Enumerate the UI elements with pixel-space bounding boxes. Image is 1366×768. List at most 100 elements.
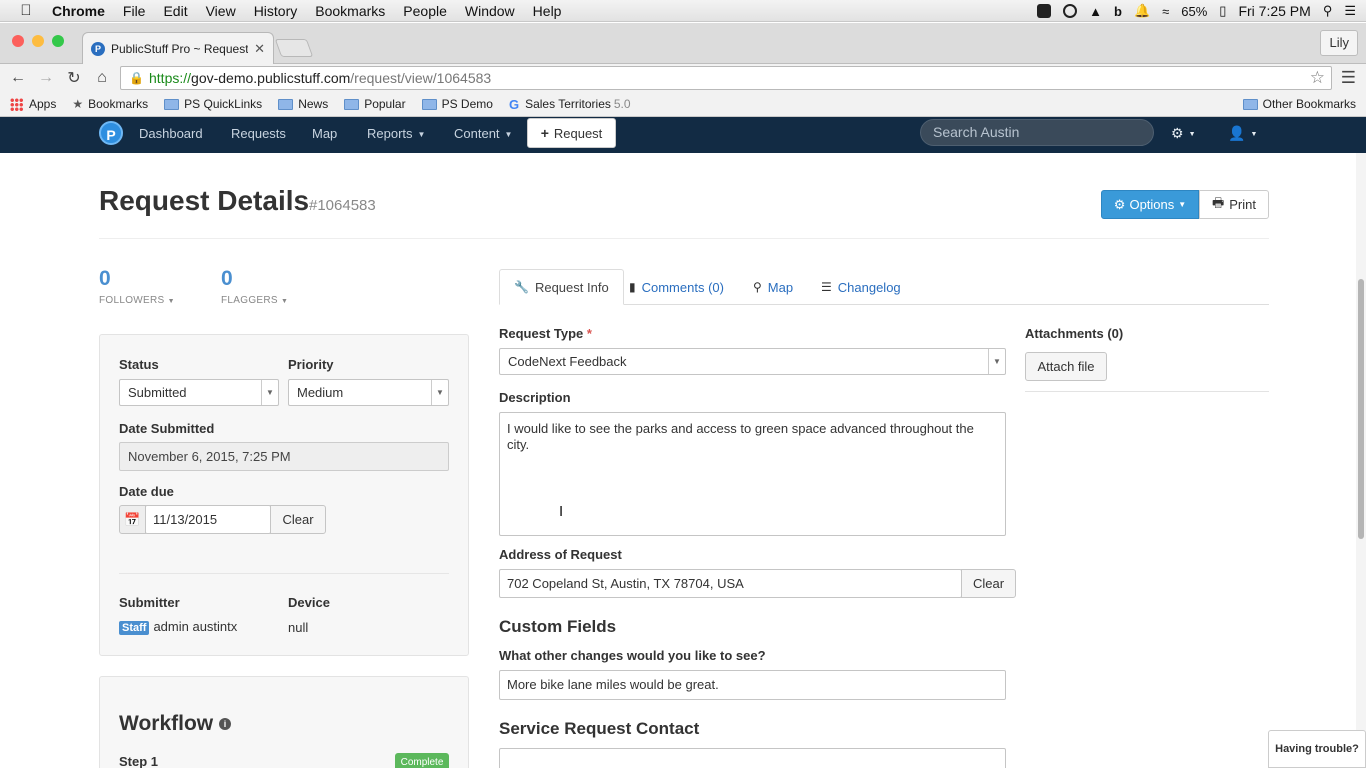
bookmark-ps-demo[interactable]: PS Demo [421, 97, 493, 111]
new-request-button[interactable]: + Request [527, 118, 616, 148]
custom-question-input[interactable]: More bike lane miles would be great. [499, 670, 1006, 700]
divider [99, 238, 1269, 239]
request-type-label: Request Type * [499, 326, 592, 341]
submitter-value: Staff admin austintx [119, 619, 237, 635]
page-scrollbar[interactable] [1356, 153, 1366, 768]
url-path: /request/view/1064583 [350, 70, 492, 86]
scrollbar-thumb[interactable] [1358, 279, 1364, 539]
nav-dashboard[interactable]: Dashboard [139, 126, 203, 141]
calendar-icon[interactable]: 📅 [119, 505, 146, 534]
publicstuff-favicon-icon: P [91, 41, 105, 56]
bookmark-bookmarks[interactable]: ★ Bookmarks [72, 97, 148, 111]
mac-menu-bar:  Chrome File Edit View History Bookmark… [0, 0, 1366, 22]
menu-edit[interactable]: Edit [163, 3, 187, 19]
menu-window[interactable]: Window [465, 3, 515, 19]
chrome-menu-icon[interactable]: ☰ [1341, 68, 1356, 88]
profile-button[interactable]: Lily [1320, 30, 1358, 56]
forward-icon[interactable]: → [32, 69, 60, 87]
device-value: null [288, 620, 309, 635]
evernote-icon[interactable] [1037, 4, 1052, 18]
address-input[interactable]: 702 Copeland St, Austin, TX 78704, USA [499, 569, 962, 598]
publicstuff-logo[interactable]: P [99, 121, 123, 145]
notification-center-icon[interactable]: ☰ [1344, 3, 1356, 19]
date-due-input[interactable]: 11/13/2015 [145, 505, 271, 534]
address-bar[interactable]: 🔒 https:// gov-demo.publicstuff.com /req… [120, 66, 1332, 90]
menu-file[interactable]: File [123, 3, 146, 19]
divider [1025, 391, 1269, 392]
workflow-step-label: Step 1 [119, 754, 159, 768]
minimize-window-button[interactable] [32, 35, 44, 47]
flaggers-counter[interactable]: 0 FLAGGERS ▼ [221, 267, 288, 306]
tab-changelog[interactable]: ☰ Changelog [807, 269, 915, 305]
lock-icon: 🔒 [129, 71, 144, 85]
tab-map[interactable]: ⚲ Map [739, 269, 807, 305]
chevron-down-icon: ▼ [431, 380, 448, 405]
main-content: Request Details #1064583 ⚙ Options ▼ 🖶 Prin… [0, 153, 1356, 768]
wifi-icon[interactable]: ≈ [1162, 4, 1169, 19]
divider [119, 573, 449, 574]
nav-map[interactable]: Map [312, 126, 337, 141]
nav-content[interactable]: Content ▼ [454, 126, 512, 141]
contact-input[interactable] [499, 748, 1006, 768]
battery-icon[interactable]: ▯ [1219, 3, 1226, 19]
nav-requests[interactable]: Requests [231, 126, 286, 141]
home-icon[interactable]: ⌂ [88, 69, 116, 87]
spotlight-icon[interactable]: ⚲ [1323, 3, 1333, 19]
having-trouble-button[interactable]: Having trouble? [1268, 730, 1366, 768]
back-icon[interactable]: ← [4, 69, 32, 87]
status-select[interactable]: Submitted ▼ [119, 379, 279, 406]
battery-percent[interactable]: 65% [1181, 4, 1207, 19]
zoom-window-button[interactable] [52, 35, 64, 47]
reload-icon[interactable]: ↻ [60, 68, 88, 88]
comment-icon: ▮ [629, 280, 636, 294]
browser-toolbar: ← → ↻ ⌂ 🔒 https:// gov-demo.publicstuff.… [0, 64, 1366, 92]
printer-icon: 🖶 [1211, 194, 1225, 210]
close-tab-icon[interactable]: ✕ [254, 41, 265, 57]
browser-tab[interactable]: P PublicStuff Pro ~ Request ✕ [82, 32, 274, 64]
print-button[interactable]: 🖶 Print [1199, 190, 1269, 219]
list-icon: ☰ [821, 280, 832, 294]
options-button[interactable]: ⚙ Options ▼ [1101, 190, 1199, 219]
user-menu-icon[interactable]: 👤 ▼ [1228, 125, 1257, 142]
bookmark-star-icon[interactable]: ☆ [1310, 68, 1325, 88]
bookmark-apps[interactable]: Apps [10, 97, 56, 111]
url-scheme: https:// [149, 70, 192, 86]
address-clear-button[interactable]: Clear [961, 569, 1016, 598]
settings-gear-icon[interactable]: ⚙ ▼ [1171, 125, 1196, 142]
notification-icon[interactable]: 🔔 [1134, 3, 1150, 19]
description-textarea[interactable]: I would like to see the parks and access… [499, 412, 1006, 536]
close-window-button[interactable] [12, 35, 24, 47]
priority-select[interactable]: Medium ▼ [288, 379, 449, 406]
menu-bookmarks[interactable]: Bookmarks [315, 3, 385, 19]
menu-view[interactable]: View [206, 3, 236, 19]
menu-history[interactable]: History [254, 3, 298, 19]
bookmark-sales-territories[interactable]: G Sales Territories 5.0 [509, 97, 631, 112]
workflow-panel: Workflow i Step 1 Complete [99, 676, 469, 768]
search-input[interactable]: Search Austin [920, 119, 1154, 146]
bookmark-ps-quicklinks[interactable]: PS QuickLinks [164, 97, 262, 111]
attach-file-button[interactable]: Attach file [1025, 352, 1107, 381]
menu-help[interactable]: Help [533, 3, 562, 19]
bookmark-popular[interactable]: Popular [344, 97, 406, 111]
drive-icon[interactable]: ▲ [1089, 4, 1102, 19]
map-marker-icon: ⚲ [753, 280, 762, 294]
apps-grid-icon [10, 97, 23, 111]
nav-reports[interactable]: Reports ▼ [367, 126, 425, 141]
b-icon[interactable]: b [1114, 4, 1122, 19]
clock[interactable]: Fri 7:25 PM [1238, 3, 1310, 19]
date-due-clear-button[interactable]: Clear [270, 505, 326, 534]
bookmark-news[interactable]: News [278, 97, 328, 111]
other-bookmarks[interactable]: Other Bookmarks [1242, 97, 1356, 111]
menu-app-name[interactable]: Chrome [52, 3, 105, 19]
record-icon[interactable] [1063, 4, 1078, 18]
tab-request-info[interactable]: 🔧 Request Info [499, 269, 624, 305]
request-type-select[interactable]: CodeNext Feedback ▼ [499, 348, 1006, 375]
followers-counter[interactable]: 0 FOLLOWERS ▼ [99, 267, 175, 306]
wrench-icon: 🔧 [514, 280, 529, 294]
new-tab-button[interactable] [274, 39, 314, 57]
apple-icon[interactable]:  [0, 2, 52, 19]
menu-people[interactable]: People [403, 3, 447, 19]
tab-comments[interactable]: ▮ Comments (0) [615, 269, 738, 305]
gear-icon: ⚙ [1113, 196, 1126, 212]
request-id: #1064583 [309, 197, 376, 214]
